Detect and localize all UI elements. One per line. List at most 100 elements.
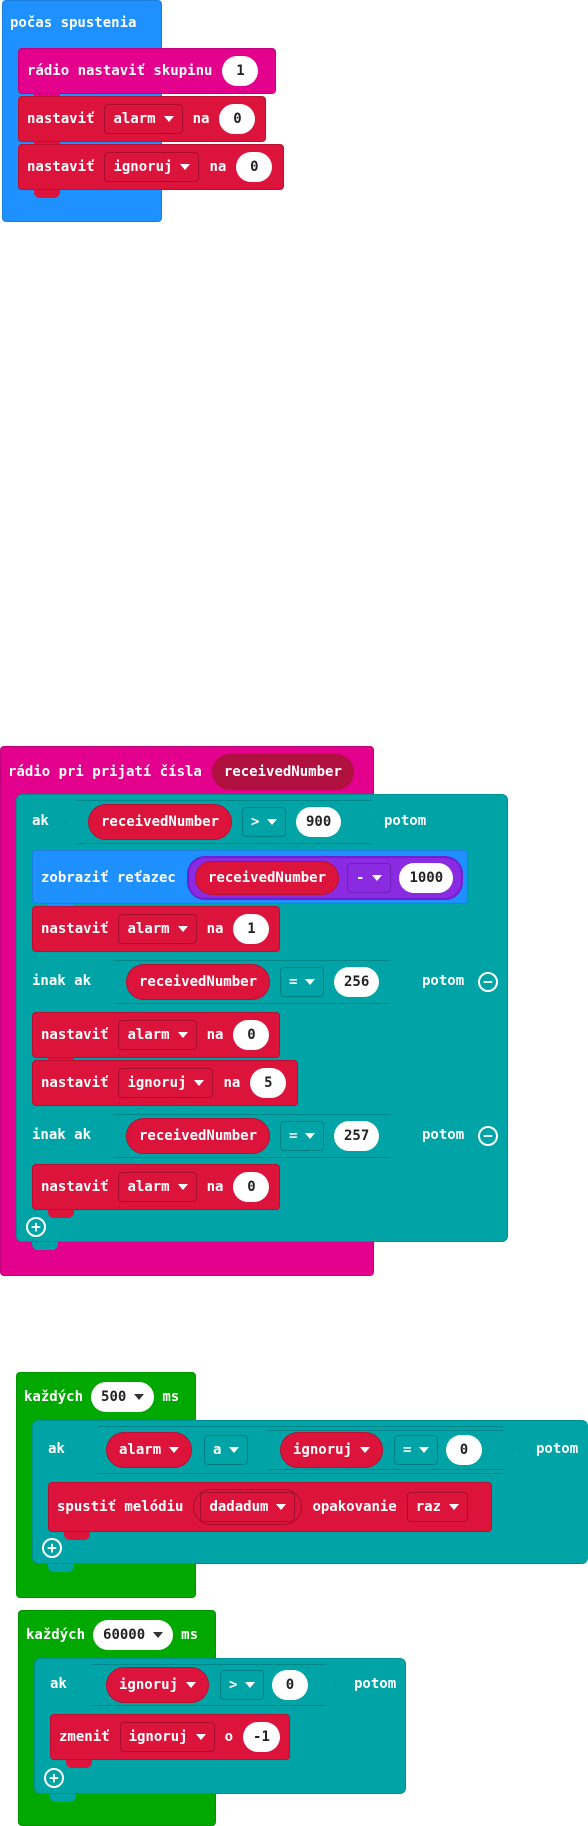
variable-dropdown[interactable]: alarm [104,104,183,134]
else-if-keyword: inak ak [32,1127,92,1143]
every-label: každých [26,1627,86,1643]
operator-dropdown[interactable]: = [280,1121,325,1151]
minus-circle-icon[interactable]: − [478,972,498,992]
variable-dropdown[interactable]: alarm [118,1172,197,1202]
operator-dropdown[interactable]: > [242,807,287,837]
set-label: nastaviť [41,1027,109,1043]
value-input[interactable]: 0 [219,104,256,134]
else-if-row: inak ak receivedNumber = 257 potom − [16,1108,508,1164]
operator-dropdown[interactable]: = [394,1435,439,1465]
show-string-label: zobraziť reťazec [41,870,176,886]
set-alarm-block[interactable]: nastaviť alarm na 1 [32,906,280,952]
if-keyword: ak [48,1441,65,1457]
block-notch [32,1242,58,1250]
value-input[interactable]: 0 [233,1020,270,1050]
every-header: každých 500 ms [24,1380,179,1414]
play-melody-block[interactable]: spustiť melódiu dadadum opakovanie raz [48,1482,492,1532]
operator-dropdown[interactable]: > [220,1670,265,1700]
value-input[interactable]: 256 [334,967,380,997]
received-number-var[interactable]: receivedNumber [88,804,233,840]
triangle-down-icon [163,116,174,122]
interval-dropdown[interactable]: 60000 [93,1620,174,1650]
if-row: ak ignoruj > 0 potom [34,1660,406,1710]
to-label: na [206,1179,224,1195]
received-number-var[interactable]: receivedNumber [126,964,271,1000]
block-notch [50,1794,76,1802]
operator-dropdown[interactable]: - [347,863,392,893]
show-string-block[interactable]: zobraziť reťazec receivedNumber - 1000 [32,850,468,904]
set-label: nastaviť [41,1179,109,1195]
every-label: každých [24,1389,84,1405]
value-input[interactable]: 5 [250,1068,287,1098]
plus-circle-icon[interactable]: + [42,1538,62,1558]
every-header: každých 60000 ms [26,1618,198,1652]
change-var-block[interactable]: zmeniť ignoruj o -1 [50,1714,290,1760]
melody-selector[interactable]: dadadum [193,1489,303,1525]
value-input[interactable]: -1 [243,1722,280,1752]
value-input[interactable]: 0 [446,1435,482,1465]
unit-label: ms [181,1627,199,1643]
received-number-var[interactable]: receivedNumber [195,861,340,895]
set-ignore-block[interactable]: nastaviť ignoruj na 5 [32,1060,298,1106]
variable-dropdown[interactable]: ignoruj [104,152,200,182]
if-row: ak alarm a ignoruj = 0 potom [32,1422,588,1478]
melody-dropdown[interactable]: dadadum [200,1492,296,1522]
block-notch [48,1564,74,1572]
value-input[interactable]: 0 [233,1172,270,1202]
variable-dropdown[interactable]: alarm [118,1020,197,1050]
set-alarm-block[interactable]: nastaviť alarm na 0 [18,96,266,142]
plus-circle-icon[interactable]: + [26,1217,46,1237]
alarm-var[interactable]: alarm [106,1432,193,1468]
set-ignore-block[interactable]: nastaviť ignoruj na 0 [18,144,284,190]
variable-dropdown[interactable]: ignoruj [119,1722,215,1752]
minus-circle-icon[interactable]: − [478,1126,498,1146]
block-notch [66,1760,92,1768]
variable-dropdown[interactable]: ignoruj [118,1068,214,1098]
value-input[interactable]: 0 [272,1670,308,1700]
unit-label: ms [162,1389,180,1405]
radio-set-group-label: rádio nastaviť skupinu [27,63,213,79]
set-alarm-block[interactable]: nastaviť alarm na 0 [32,1164,280,1210]
set-label: nastaviť [41,921,109,937]
to-label: na [223,1075,241,1091]
repeat-dropdown[interactable]: raz [406,1492,469,1522]
block-notch [64,1532,90,1540]
value-input[interactable]: 900 [296,807,342,837]
repeat-label: opakovanie [312,1499,397,1515]
interval-dropdown[interactable]: 500 [91,1382,155,1412]
ignore-var[interactable]: ignoruj [280,1432,384,1468]
on-radio-header: rádio pri prijatí čísla receivedNumber [8,754,354,790]
play-melody-label: spustiť melódiu [57,1499,184,1515]
ignore-var[interactable]: ignoruj [106,1667,210,1703]
then-keyword: potom [536,1441,579,1457]
value-input[interactable]: 1000 [399,863,454,893]
plus-circle-icon[interactable]: + [44,1768,64,1788]
else-if-row: inak ak receivedNumber = 256 potom − [16,954,508,1010]
if-keyword: ak [32,813,49,829]
block-notch [34,190,60,198]
change-label: zmeniť [59,1729,110,1745]
received-number-param[interactable]: receivedNumber [211,754,354,790]
on-start-label: počas spustenia [10,15,137,31]
else-if-keyword: inak ak [32,973,92,989]
then-keyword: potom [354,1676,397,1692]
logic-operator-dropdown[interactable]: a [204,1435,249,1465]
on-radio-label: rádio pri prijatí čísla [8,764,202,780]
received-number-var[interactable]: receivedNumber [126,1118,271,1154]
then-keyword: potom [422,973,465,989]
to-label: na [209,159,227,175]
set-label: nastaviť [27,111,95,127]
value-input[interactable]: 257 [334,1121,380,1151]
operator-dropdown[interactable]: = [280,967,325,997]
group-number-input[interactable]: 1 [222,56,259,86]
set-alarm-block[interactable]: nastaviť alarm na 0 [32,1012,280,1058]
triangle-down-icon [180,164,191,170]
variable-dropdown[interactable]: alarm [118,914,197,944]
value-input[interactable]: 1 [233,914,270,944]
block-notch [48,1210,74,1218]
if-row: ak receivedNumber > 900 potom [16,796,508,848]
value-input[interactable]: 0 [236,152,273,182]
subtract-block[interactable]: receivedNumber - 1000 [187,856,463,900]
radio-set-group-block[interactable]: rádio nastaviť skupinu 1 [18,48,276,94]
then-keyword: potom [384,813,427,829]
